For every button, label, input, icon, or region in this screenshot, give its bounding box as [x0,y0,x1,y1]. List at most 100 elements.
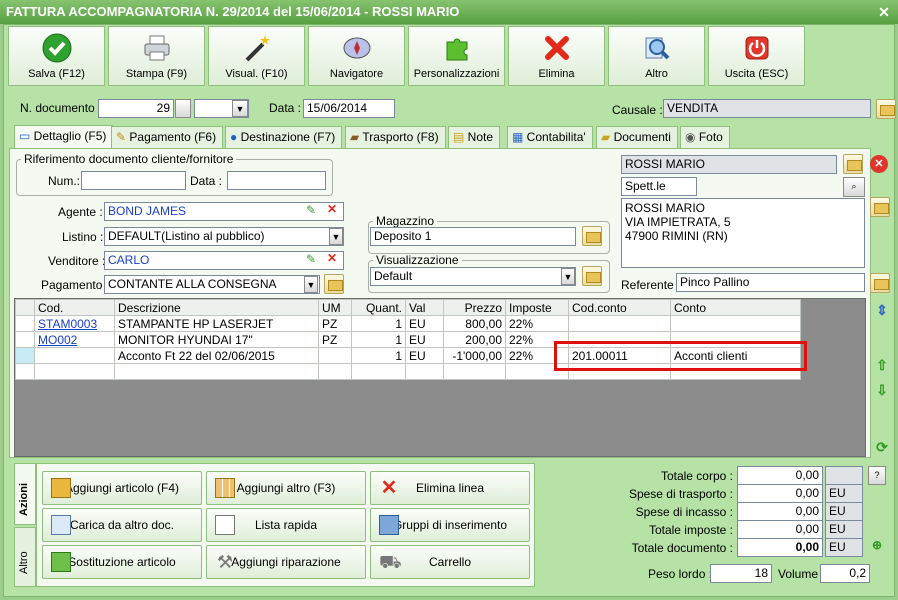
row-indicator[interactable] [15,347,35,364]
cell-currency[interactable]: EU [405,347,444,364]
tab-documenti[interactable]: ▰ Documenti [596,126,678,148]
ndoc-spin[interactable] [175,99,191,118]
cell-tax[interactable]: 22% [505,315,569,332]
tab-trasporto[interactable]: ▰ Trasporto (F8) [345,126,446,148]
replace-article-button[interactable]: Sostituzione articolo [42,545,202,579]
row-indicator[interactable] [15,363,35,380]
preview-button[interactable]: Visual. (F10) [208,26,305,86]
tab-contabilita[interactable]: ▦ Contabilita' [507,126,593,148]
quick-list-button[interactable]: Lista rapida [206,508,366,542]
remove-customer-icon[interactable]: ✕ [870,155,888,173]
ref-date-field[interactable] [227,171,326,190]
taxes-field[interactable]: 0,00 [737,520,823,539]
cell-qty[interactable]: 1 [351,347,406,364]
cell-description[interactable]: MONITOR HYUNDAI 17" [114,331,319,348]
salutation-field[interactable]: Spett.le [621,177,697,196]
add-article-button[interactable]: Aggiungi articolo (F4) [42,471,202,505]
cell-qty[interactable]: 1 [351,331,406,348]
folder-icon[interactable] [870,273,890,293]
cart-button[interactable]: ⛟ Carrello [370,545,530,579]
print-button[interactable]: Stampa (F9) [108,26,205,86]
arrow-down-icon[interactable]: ⇩ [873,381,891,399]
folder-icon[interactable] [876,99,896,119]
col-header[interactable]: Cod. [34,299,115,316]
tab-foto[interactable]: ◉ Foto [680,126,730,148]
causale-field[interactable]: VENDITA [663,99,871,118]
tab-azioni[interactable]: Azioni [14,463,36,525]
folder-icon[interactable] [324,274,344,294]
customer-name-field[interactable]: ROSSI MARIO [621,155,837,174]
close-icon[interactable]: ✕ [876,4,892,20]
cell-um[interactable]: PZ [318,331,352,348]
document-total-field[interactable]: 0,00 [737,538,823,557]
folder-icon[interactable] [582,226,602,246]
gross-weight-field[interactable]: 18 [710,564,772,583]
folder-icon[interactable] [843,154,863,174]
tab-altro[interactable]: Altro [14,527,36,587]
cell-code[interactable]: MO002 [34,331,115,348]
search-icon[interactable]: ⌕ [843,177,865,197]
cell-price[interactable]: 200,00 [443,331,506,348]
cell-code[interactable] [34,347,115,364]
collection-field[interactable]: 0,00 [737,502,823,521]
clear-icon[interactable]: ✕ [327,251,337,265]
exit-button[interactable]: Uscita (ESC) [708,26,805,86]
warehouse-field[interactable]: Deposito 1 [370,227,576,246]
volume-field[interactable]: 0,2 [820,564,870,583]
customize-button[interactable]: Personalizzazioni [408,26,505,86]
listino-select[interactable]: DEFAULT(Listino al pubblico) [104,227,344,246]
tab-pagamento[interactable]: ✎ Pagamento (F6) [111,126,224,148]
cell-description[interactable]: STAMPANTE HP LASERJET [114,315,319,332]
row-indicator[interactable] [15,315,35,332]
add-other-button[interactable]: Aggiungi altro (F3) [206,471,366,505]
row-indicator[interactable] [15,331,35,348]
chevron-down-icon[interactable]: ▼ [561,268,575,285]
cell-um[interactable]: PZ [318,315,352,332]
cell-account-code[interactable] [568,315,671,332]
tab-destinazione[interactable]: ● Destinazione (F7) [225,126,343,148]
empty-cell[interactable] [405,363,444,380]
col-header[interactable]: Descrizione [114,299,319,316]
pencil-icon[interactable]: ✎ [306,203,316,217]
total-body-field[interactable]: 0,00 [737,466,823,485]
folder-icon[interactable] [582,266,602,286]
add-repair-button[interactable]: ⚒ Aggiungi riparazione [206,545,366,579]
help-button[interactable]: ? [868,466,886,485]
delete-line-button[interactable]: ✕ Elimina linea [370,471,530,505]
cell-account[interactable] [670,315,801,332]
ref-num-field[interactable] [81,171,186,190]
cell-code[interactable]: STAM0003 [34,315,115,332]
chevron-down-icon[interactable]: ▼ [329,228,343,245]
chevron-down-icon[interactable]: ▼ [232,100,248,117]
empty-cell[interactable] [318,363,352,380]
col-header[interactable]: UM [318,299,352,316]
insert-groups-button[interactable]: Gruppi di inserimento [370,508,530,542]
empty-cell[interactable] [443,363,506,380]
col-header[interactable]: Cod.conto [568,299,671,316]
chevron-down-icon[interactable]: ▼ [304,276,318,293]
empty-cell[interactable] [34,363,115,380]
referente-field[interactable]: Pinco Pallino [676,273,865,292]
cell-currency[interactable]: EU [405,315,444,332]
delete-button[interactable]: Elimina [508,26,605,86]
col-header[interactable]: Quant. [351,299,406,316]
transport-field[interactable]: 0,00 [737,484,823,503]
cell-currency[interactable]: EU [405,331,444,348]
empty-cell[interactable] [351,363,406,380]
col-header[interactable]: Conto [670,299,801,316]
refresh-icon[interactable]: ⟳ [873,438,891,456]
tab-note[interactable]: ▤ Note [448,126,501,148]
clear-icon[interactable]: ✕ [327,202,337,216]
pencil-icon[interactable]: ✎ [306,252,316,266]
load-from-doc-button[interactable]: Carica da altro doc. [42,508,202,542]
empty-cell[interactable] [114,363,319,380]
table-row[interactable]: STAM0003 STAMPANTE HP LASERJET PZ 1 EU 8… [15,315,801,332]
cell-price[interactable]: -1'000,00 [443,347,506,364]
folder-icon[interactable] [870,197,890,217]
cell-description[interactable]: Acconto Ft 22 del 02/06/2015 [114,347,319,364]
address-box[interactable]: ROSSI MARIO VIA IMPIETRATA, 5 47900 RIMI… [621,198,865,268]
ndoc-field[interactable]: 29 [98,99,174,118]
save-button[interactable]: Salva (F12) [8,26,105,86]
view-select[interactable]: Default [370,267,576,286]
pagamento-select[interactable]: CONTANTE ALLA CONSEGNA [104,275,320,294]
